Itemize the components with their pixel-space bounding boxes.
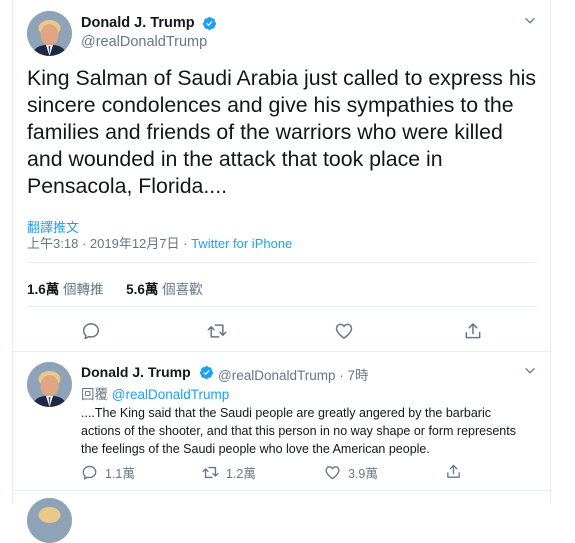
likes-count[interactable]: 5.6萬 xyxy=(126,282,158,297)
chevron-down-icon[interactable] xyxy=(523,14,537,28)
share-button[interactable] xyxy=(445,463,462,480)
like-icon xyxy=(335,323,353,339)
reply-count: 1.1萬 xyxy=(105,467,135,481)
replying-to-prefix: 回覆 xyxy=(81,387,108,402)
tweet-text: King Salman of Saudi Arabia just called … xyxy=(27,66,537,198)
likes-label[interactable]: 個喜歡 xyxy=(162,282,203,297)
meta-separator: · xyxy=(183,236,188,251)
avatar[interactable] xyxy=(27,362,72,407)
divider xyxy=(13,490,550,491)
tweet-thread-card: Donald J. Trump @realDonaldTrump King Sa… xyxy=(12,0,551,543)
share-icon xyxy=(465,323,481,339)
retweets-count[interactable]: 1.6萬 xyxy=(27,282,59,297)
reply-time-ago[interactable]: 7時 xyxy=(348,368,369,383)
reply-author-display-name[interactable]: Donald J. Trump xyxy=(81,364,191,380)
tweet-timestamp: 上午3:18 · 2019年12月7日 · Twitter for iPhone xyxy=(27,233,292,252)
divider xyxy=(27,306,537,307)
like-count: 3.9萬 xyxy=(348,467,378,481)
retweet-count: 1.2萬 xyxy=(226,467,256,481)
retweets-label[interactable]: 個轉推 xyxy=(63,282,104,297)
meta-separator: · xyxy=(339,368,344,383)
reply-button[interactable] xyxy=(81,321,101,341)
reply-author-handle[interactable]: @realDonaldTrump xyxy=(218,368,336,383)
like-button[interactable]: 3.9萬 xyxy=(324,463,378,482)
replying-to-handle[interactable]: @realDonaldTrump xyxy=(112,387,230,402)
divider xyxy=(27,262,537,263)
reply-button[interactable]: 1.1萬 xyxy=(81,463,135,482)
divider xyxy=(13,351,550,352)
avatar[interactable] xyxy=(27,498,72,543)
reply-icon xyxy=(82,323,100,340)
author-handle[interactable]: @realDonaldTrump xyxy=(81,34,207,50)
verified-badge-icon xyxy=(199,365,214,380)
reply-tweet-text: ....The King said that the Saudi people … xyxy=(81,406,516,456)
reply-author-meta: @realDonaldTrump · 7時 xyxy=(218,364,369,384)
retweet-button[interactable] xyxy=(206,321,228,341)
retweet-icon xyxy=(202,466,219,479)
meta-separator: · xyxy=(81,236,87,251)
replying-to: 回覆 @realDonaldTrump xyxy=(81,383,229,403)
tweet-stats: 1.6萬 個轉推 5.6萬 個喜歡 xyxy=(27,278,203,298)
like-button[interactable] xyxy=(334,321,354,341)
retweet-icon xyxy=(207,324,227,338)
tweet-time[interactable]: 上午3:18 xyxy=(27,236,78,251)
verified-badge-icon xyxy=(202,16,217,31)
tweet-date[interactable]: 2019年12月7日 xyxy=(90,236,180,251)
tweet-source[interactable]: Twitter for iPhone xyxy=(191,236,292,251)
avatar[interactable] xyxy=(27,11,72,56)
retweet-button[interactable]: 1.2萬 xyxy=(201,463,256,482)
like-icon xyxy=(325,466,340,480)
chevron-down-icon[interactable] xyxy=(523,364,537,378)
share-button[interactable] xyxy=(463,321,483,341)
reply-icon xyxy=(82,465,97,480)
author-display-name[interactable]: Donald J. Trump xyxy=(81,15,195,31)
share-icon xyxy=(447,464,460,478)
